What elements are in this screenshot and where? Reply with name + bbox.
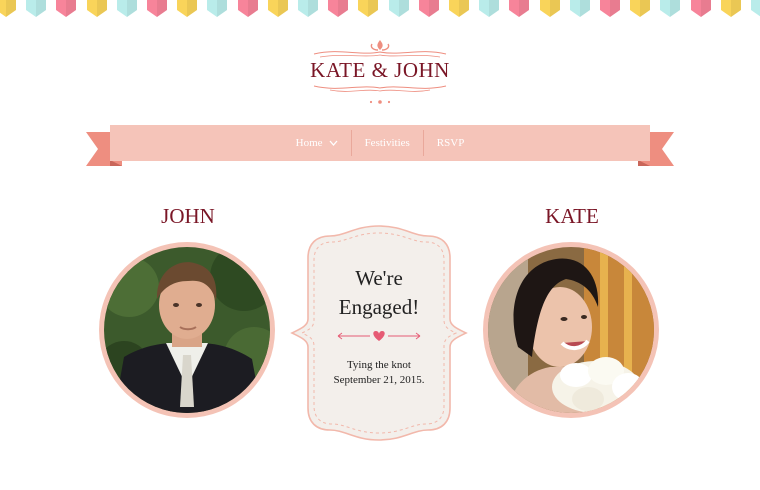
main-nav: Home Festivities RSVP [110, 125, 650, 161]
bunting-flag [540, 0, 560, 18]
bunting-flag [0, 0, 16, 18]
nav-item-rsvp-label: RSVP [436, 137, 465, 149]
bride-photo [483, 242, 659, 418]
site-logo[interactable]: KATE & JOHN [300, 38, 460, 108]
nav-item-home-label: Home [295, 137, 323, 149]
bunting-flag [691, 0, 711, 18]
bunting-decoration [0, 0, 760, 22]
bunting-flag [419, 0, 439, 18]
bunting-flag [630, 0, 650, 18]
bunting-flag [238, 0, 258, 18]
bunting-flag [26, 0, 46, 18]
groom-name: JOHN [161, 204, 215, 228]
bunting-flag [87, 0, 107, 18]
card-subtitle-line2: September 21, 2015. [333, 374, 425, 386]
nav-item-festivities-label: Festivities [364, 137, 410, 149]
bunting-flag [328, 0, 348, 18]
chevron-down-icon[interactable] [329, 140, 338, 146]
bunting-flag [56, 0, 76, 18]
bunting-flag [570, 0, 590, 18]
card-subtitle: Tying the knot September 21, 2015. [290, 358, 468, 388]
nav-item-home[interactable]: Home [283, 130, 351, 156]
bunting-flag [389, 0, 409, 18]
bunting-flag [268, 0, 288, 18]
bride-name: KATE [545, 204, 599, 228]
bunting-flag [660, 0, 680, 18]
groom-photo [99, 242, 275, 418]
bunting-flag [177, 0, 197, 18]
heart-arrow-icon [337, 331, 421, 341]
bunting-flag [147, 0, 167, 18]
card-subtitle-line1: Tying the knot [346, 359, 411, 371]
bunting-flag [721, 0, 741, 18]
bunting-flag [509, 0, 529, 18]
card-title: We're Engaged! [290, 264, 468, 322]
card-title-line1: We're [355, 266, 403, 290]
bunting-flag [117, 0, 137, 18]
ornament-bottom-icon [313, 85, 447, 104]
ornament-top-icon [313, 40, 447, 58]
bunting-flag [751, 0, 760, 18]
bunting-flag [298, 0, 318, 18]
bunting-flag [479, 0, 499, 18]
bunting-flag [449, 0, 469, 18]
card-title-line2: Engaged! [338, 295, 420, 319]
nav-item-festivities[interactable]: Festivities [352, 130, 423, 156]
bunting-flag [600, 0, 620, 18]
logo-title: KATE & JOHN [310, 58, 450, 82]
bunting-flag [207, 0, 227, 18]
groom-portrait-image [104, 247, 270, 413]
bunting-flag [358, 0, 378, 18]
engagement-card: We're Engaged! Tying the knot September … [290, 224, 468, 442]
nav-item-rsvp[interactable]: RSVP [424, 130, 478, 156]
bride-portrait-image [488, 247, 654, 413]
